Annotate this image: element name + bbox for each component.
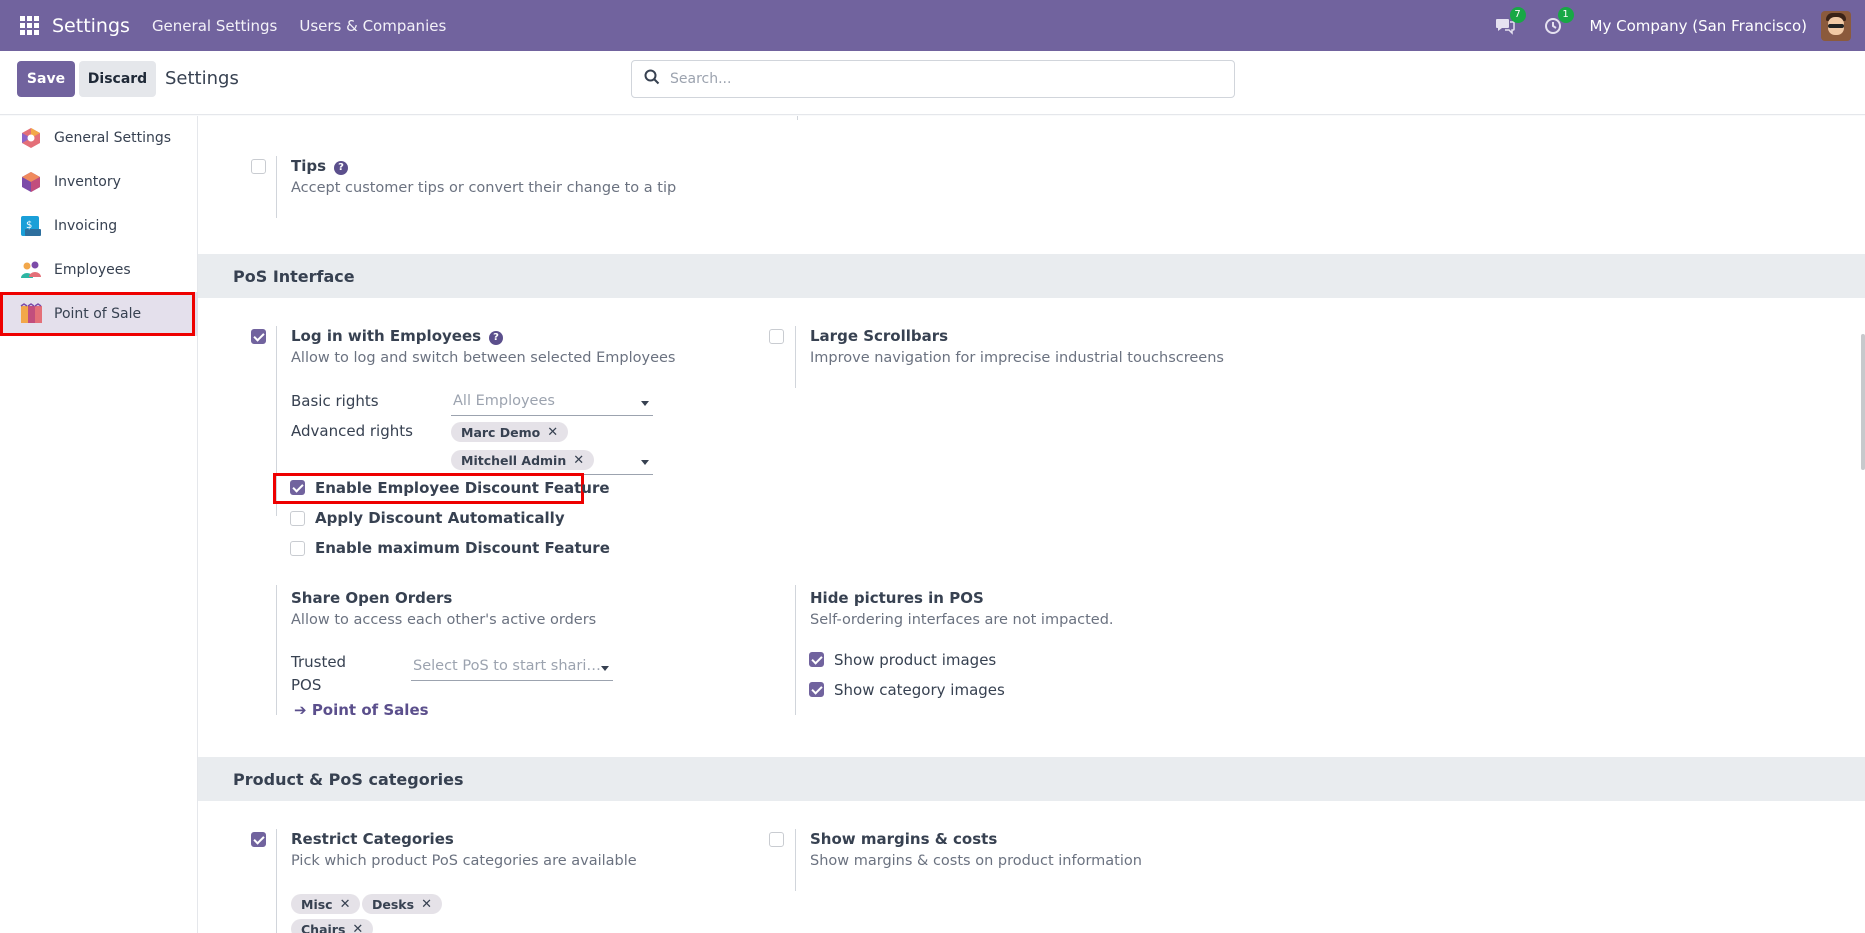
apply-discount-label: Apply Discount Automatically [315,509,565,527]
chevron-down-icon [601,666,609,671]
enable-discount-checkbox[interactable] [290,480,305,495]
apply-discount-checkbox[interactable] [290,511,305,526]
search-input[interactable] [670,71,1210,87]
sidebar-item-label: Invoicing [54,218,118,234]
enable-discount-label: Enable Employee Discount Feature [315,479,610,497]
tag-mitchell-admin[interactable]: Mitchell Admin ✕ [451,450,595,470]
help-icon[interactable]: ? [334,161,349,175]
remove-tag-icon[interactable]: ✕ [340,897,351,912]
help-icon[interactable]: ? [489,331,504,345]
tag-chairs[interactable]: Chairs ✕ [291,919,374,933]
sidebar-item-point-of-sale[interactable]: Point of Sale [0,292,198,336]
apps-grid-icon[interactable] [20,15,40,36]
trusted-pos-label-2: POS [291,676,322,694]
sidebar-item-label: General Settings [54,130,172,146]
messages-icon[interactable]: 7 [1494,6,1526,37]
share-orders-description: Allow to access each other's active orde… [291,612,597,628]
settings-sidebar: General Settings Inventory $ Invoicing E… [0,116,198,933]
large-scrollbars-description: Improve navigation for imprecise industr… [810,350,1224,366]
login-employees-description: Allow to log and switch between selected… [291,350,676,366]
settings-content: Tips? Accept customer tips or convert th… [198,116,1865,933]
page-title: Settings [165,68,239,89]
sidebar-item-inventory[interactable]: Inventory [0,160,198,204]
save-button[interactable]: Save [17,61,75,97]
section-product-categories: Product & PoS categories [198,757,1865,801]
show-product-images-label: Show product images [834,651,997,669]
hide-pictures-label: Hide pictures in POS [810,589,984,607]
show-category-images-label: Show category images [834,681,1005,699]
remove-tag-icon[interactable]: ✕ [573,453,584,468]
sidebar-item-label: Employees [54,262,131,278]
max-discount-label: Enable maximum Discount Feature [315,539,610,557]
activity-clock-icon[interactable]: 1 [1542,6,1574,37]
trusted-pos-placeholder: Select PoS to start shari… [413,658,601,674]
sidebar-item-employees[interactable]: Employees [0,248,198,292]
arrow-right-icon: ➔ [294,701,307,719]
margins-costs-checkbox[interactable] [769,832,784,847]
chevron-down-icon [641,401,649,406]
company-switcher[interactable]: My Company (San Francisco) [1590,17,1807,35]
margins-costs-label: Show margins & costs [810,830,998,848]
hide-pictures-description: Self-ordering interfaces are not impacte… [810,612,1114,628]
large-scrollbars-label: Large Scrollbars [810,327,949,345]
svg-text:$: $ [26,220,32,231]
remove-tag-icon[interactable]: ✕ [421,897,432,912]
advanced-rights-label: Advanced rights [291,422,413,440]
basic-rights-label: Basic rights [291,392,379,410]
content-scrollbar[interactable] [1861,334,1865,470]
tips-checkbox[interactable] [251,159,266,174]
sidebar-item-general-settings[interactable]: General Settings [0,116,198,160]
employees-icon [20,259,42,281]
app-title[interactable]: Settings [52,15,130,37]
share-orders-label: Share Open Orders [291,589,453,607]
trusted-pos-label-1: Trusted [291,653,347,671]
trusted-pos-select[interactable]: Select PoS to start shari… [411,655,613,681]
basic-rights-placeholder: All Employees [453,393,555,409]
messages-badge: 7 [1509,6,1526,23]
control-panel: Save Discard Settings [0,51,1865,115]
sidebar-item-invoicing[interactable]: $ Invoicing [0,204,198,248]
tips-label: Tips? [291,157,349,175]
activity-badge: 1 [1557,6,1574,23]
top-navbar: Settings General Settings Users & Compan… [0,0,1865,51]
chevron-down-icon [641,460,649,465]
tips-description: Accept customer tips or convert their ch… [291,180,677,196]
large-scrollbars-checkbox[interactable] [769,329,784,344]
general-settings-icon [20,127,42,149]
restrict-categories-label: Restrict Categories [291,830,454,848]
tag-misc[interactable]: Misc ✕ [291,894,361,914]
tag-desks[interactable]: Desks ✕ [362,894,442,914]
login-employees-checkbox[interactable] [251,329,266,344]
restrict-categories-checkbox[interactable] [251,832,266,847]
search-bar[interactable] [631,60,1235,98]
sidebar-item-label: Inventory [54,174,121,190]
discard-button[interactable]: Discard [79,61,156,97]
sidebar-item-label: Point of Sale [54,306,142,322]
section-pos-interface: PoS Interface [198,254,1865,298]
invoicing-icon: $ [20,215,42,237]
show-product-images-checkbox[interactable] [809,652,824,667]
login-employees-label: Log in with Employees? [291,327,504,345]
max-discount-checkbox[interactable] [290,541,305,556]
user-avatar[interactable] [1821,10,1851,41]
basic-rights-select[interactable]: All Employees [451,390,653,416]
remove-tag-icon[interactable]: ✕ [352,922,363,933]
show-category-images-checkbox[interactable] [809,682,824,697]
menu-users-companies[interactable]: Users & Companies [299,17,446,35]
tag-marc-demo[interactable]: Marc Demo ✕ [451,422,569,442]
margins-costs-description: Show margins & costs on product informat… [810,853,1142,869]
point-of-sales-link[interactable]: ➔ Point of Sales [294,701,429,719]
menu-general-settings[interactable]: General Settings [152,17,277,35]
point-of-sale-icon [20,303,42,325]
search-icon [644,69,660,89]
remove-tag-icon[interactable]: ✕ [547,425,558,440]
inventory-icon [20,171,42,193]
restrict-categories-description: Pick which product PoS categories are av… [291,853,637,869]
